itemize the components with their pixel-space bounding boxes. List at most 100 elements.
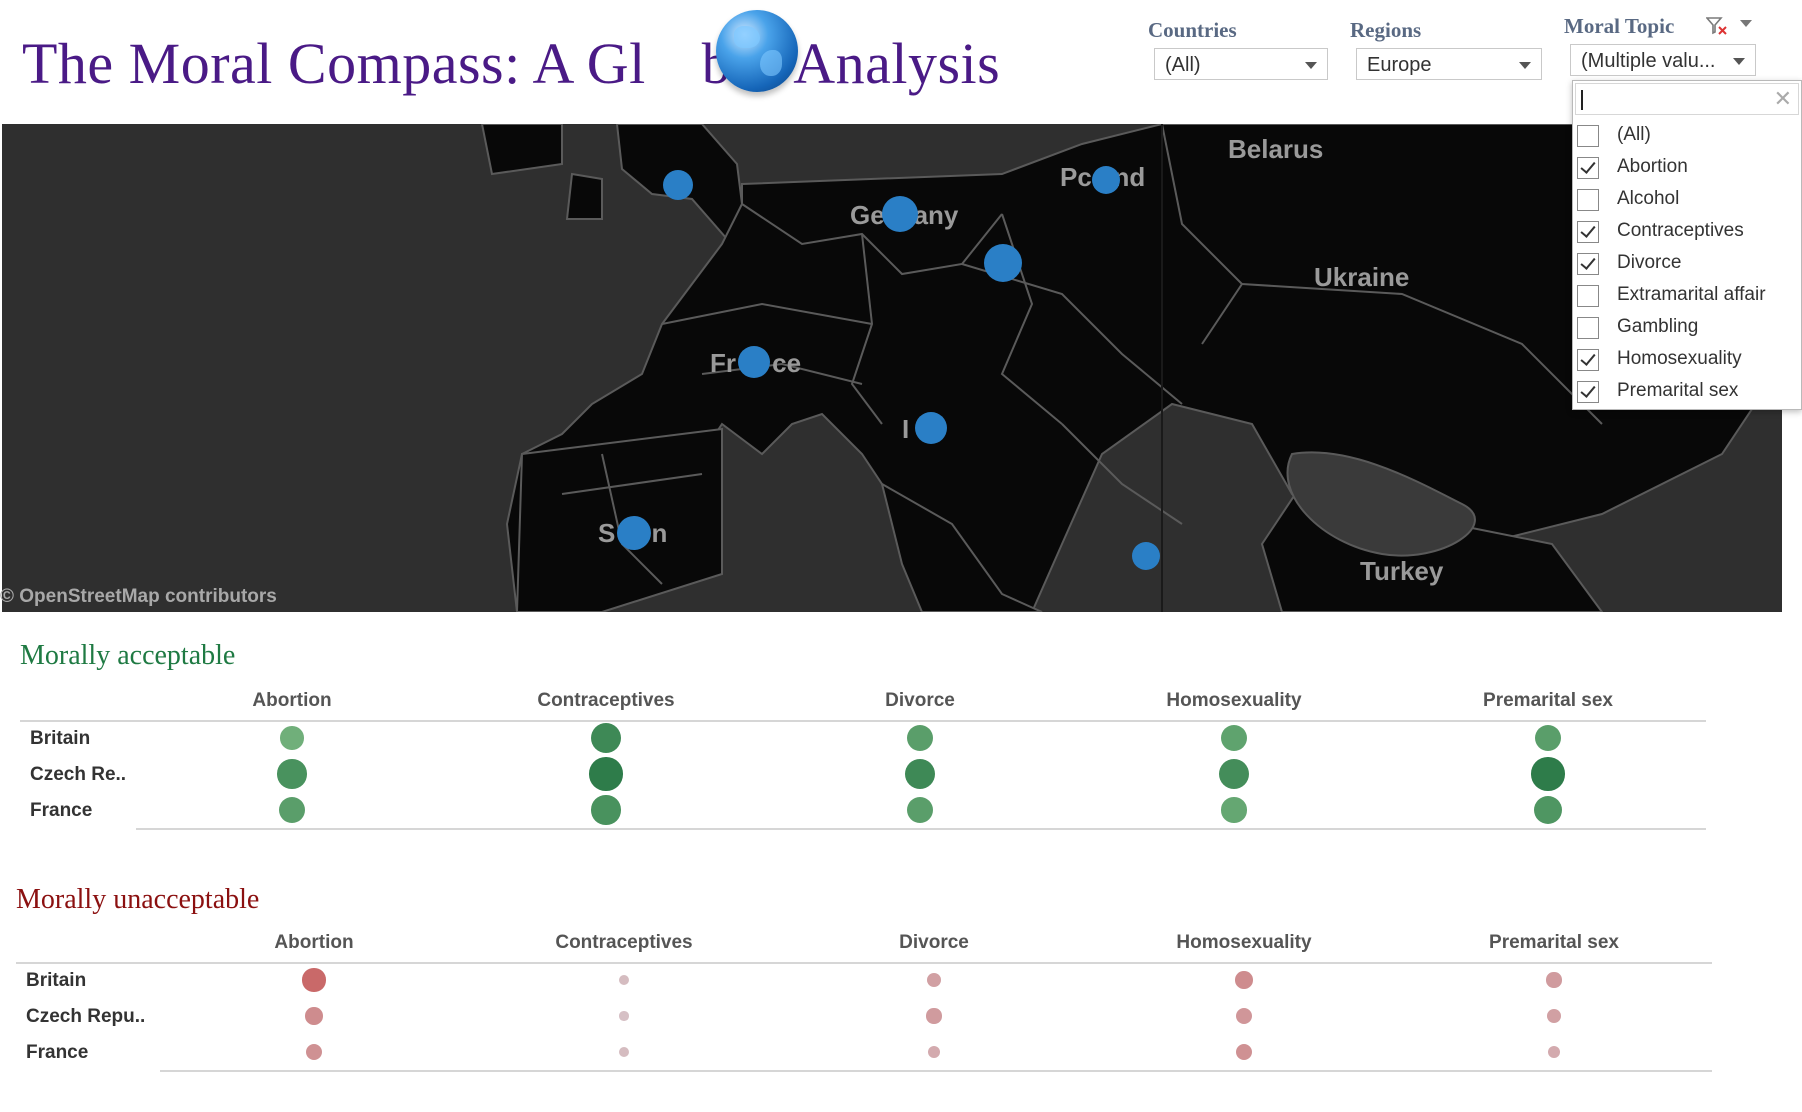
- map-attribution: © OpenStreetMap contributors: [0, 586, 277, 607]
- topic-option[interactable]: Abortion: [1577, 153, 1797, 183]
- value-dot[interactable]: [926, 1008, 942, 1024]
- chevron-down-icon: [1733, 58, 1745, 65]
- countries-filter-label: Countries: [1148, 18, 1237, 42]
- map-pin-greece[interactable]: [1132, 542, 1160, 570]
- column-header: Premarital sex: [1489, 932, 1619, 953]
- topic-option[interactable]: Homosexuality: [1577, 345, 1797, 375]
- topic-option[interactable]: Extramarital affair: [1577, 281, 1797, 311]
- value-dot[interactable]: [1547, 1045, 1561, 1059]
- value-dot[interactable]: [590, 722, 622, 754]
- value-dot[interactable]: [305, 1007, 323, 1025]
- value-dot[interactable]: [1235, 971, 1253, 989]
- column-header: Contraceptives: [537, 690, 675, 711]
- value-dot[interactable]: [906, 796, 934, 824]
- dashboard-title: The Moral Compass: A Gl b Analysis: [22, 30, 1000, 97]
- moral-topic-dropdown[interactable]: (Multiple valu...: [1570, 44, 1756, 76]
- topic-option-checkbox[interactable]: [1577, 189, 1599, 211]
- map-label-belarus: Belarus: [1228, 134, 1324, 164]
- value-dot[interactable]: [278, 796, 306, 824]
- map-pin-poland[interactable]: [1092, 166, 1120, 194]
- topic-option[interactable]: Gambling: [1577, 313, 1797, 343]
- map-pin-britain[interactable]: [663, 170, 693, 200]
- topic-option-label: Alcohol: [1617, 188, 1680, 209]
- value-dot[interactable]: [619, 1047, 629, 1057]
- column-header: Homosexuality: [1176, 932, 1312, 953]
- value-dot[interactable]: [1221, 725, 1247, 751]
- map-label-italy: I: [902, 414, 910, 444]
- value-dot[interactable]: [1531, 757, 1565, 791]
- topic-option-label: Premarital sex: [1617, 380, 1739, 401]
- countries-dropdown[interactable]: (All): [1154, 48, 1328, 80]
- topic-option-checkbox[interactable]: [1577, 221, 1599, 243]
- map-view[interactable]: Belarus Ukraine Turkey Pc nd Ge any Fr c…: [2, 124, 1782, 612]
- chevron-down-icon: [1519, 62, 1531, 69]
- value-dot[interactable]: [1235, 1043, 1253, 1061]
- filter-menu-caret-icon[interactable]: [1740, 20, 1752, 27]
- topic-option[interactable]: Contraceptives: [1577, 217, 1797, 247]
- value-dot[interactable]: [1221, 797, 1247, 823]
- unacceptable-section-title: Morally unacceptable: [16, 884, 260, 915]
- map-pin-italy[interactable]: [915, 412, 947, 444]
- map-pin-spain[interactable]: [617, 516, 651, 550]
- value-dot[interactable]: [277, 759, 307, 789]
- column-header: Abortion: [274, 932, 354, 953]
- bottom-divider: [136, 828, 1706, 830]
- value-dot[interactable]: [904, 758, 936, 790]
- value-dot[interactable]: [1546, 972, 1562, 988]
- moral-topic-options-panel: ✕ (All) Abortion Alcohol Contraceptives Divo…: [1572, 80, 1802, 410]
- text-cursor: [1581, 90, 1583, 110]
- value-dot[interactable]: [619, 975, 629, 985]
- topic-option-label: (All): [1617, 124, 1651, 145]
- value-dot[interactable]: [1236, 1008, 1252, 1024]
- row-header: France: [26, 1042, 89, 1063]
- regions-dropdown-value: Europe: [1367, 54, 1432, 76]
- value-dot[interactable]: [619, 1011, 629, 1021]
- moral-topic-dropdown-value: (Multiple valu...: [1581, 50, 1716, 72]
- topic-option-checkbox[interactable]: [1577, 349, 1599, 371]
- header-divider: [16, 962, 1712, 964]
- topic-option[interactable]: Alcohol: [1577, 185, 1797, 215]
- regions-dropdown[interactable]: Europe: [1356, 48, 1542, 80]
- topic-option-checkbox[interactable]: [1577, 253, 1599, 275]
- topic-option-checkbox[interactable]: [1577, 381, 1599, 403]
- row-header: Britain: [26, 970, 87, 991]
- chevron-down-icon: [1305, 62, 1317, 69]
- title-left: The Moral Compass: A Gl: [22, 31, 646, 96]
- topic-option-checkbox[interactable]: [1577, 317, 1599, 339]
- topic-option-checkbox[interactable]: [1577, 157, 1599, 179]
- row-header: Britain: [30, 728, 91, 749]
- topic-option-checkbox[interactable]: [1577, 125, 1599, 147]
- topic-option-label: Abortion: [1617, 156, 1688, 177]
- value-dot[interactable]: [926, 972, 942, 988]
- clear-filter-icon[interactable]: [1705, 16, 1728, 36]
- value-dot[interactable]: [927, 1045, 941, 1059]
- value-dot[interactable]: [302, 968, 326, 992]
- value-dot[interactable]: [280, 726, 304, 750]
- topic-option[interactable]: (All): [1577, 121, 1797, 151]
- topic-option-label: Divorce: [1617, 252, 1682, 273]
- topic-option[interactable]: Premarital sex: [1577, 377, 1797, 407]
- regions-filter-label: Regions: [1350, 18, 1422, 42]
- topic-option-label: Extramarital affair: [1617, 284, 1766, 305]
- value-dot[interactable]: [591, 795, 621, 825]
- topic-search-input[interactable]: ✕: [1575, 83, 1799, 115]
- value-dot[interactable]: [1546, 1008, 1562, 1024]
- row-header: France: [30, 800, 93, 821]
- value-dot[interactable]: [1534, 724, 1562, 752]
- topic-option[interactable]: Divorce: [1577, 249, 1797, 279]
- topic-option-checkbox[interactable]: [1577, 285, 1599, 307]
- close-icon[interactable]: ✕: [1774, 86, 1792, 112]
- moral-topic-filter-label: Moral Topic: [1564, 14, 1675, 38]
- topic-option-label: Contraceptives: [1617, 220, 1744, 241]
- map-pin-germany[interactable]: [882, 196, 918, 232]
- map-pin-czech-republic[interactable]: [984, 244, 1022, 282]
- value-dot[interactable]: [906, 724, 934, 752]
- acceptable-grid: Abortion Contraceptives Divorce Homosexuali…: [0, 680, 1802, 840]
- topic-option-label: Homosexuality: [1617, 348, 1742, 369]
- map-pin-france[interactable]: [738, 346, 770, 378]
- value-dot[interactable]: [1533, 795, 1563, 825]
- value-dot[interactable]: [305, 1043, 323, 1061]
- column-header: Premarital sex: [1483, 690, 1613, 711]
- value-dot[interactable]: [1219, 759, 1249, 789]
- value-dot[interactable]: [589, 757, 623, 791]
